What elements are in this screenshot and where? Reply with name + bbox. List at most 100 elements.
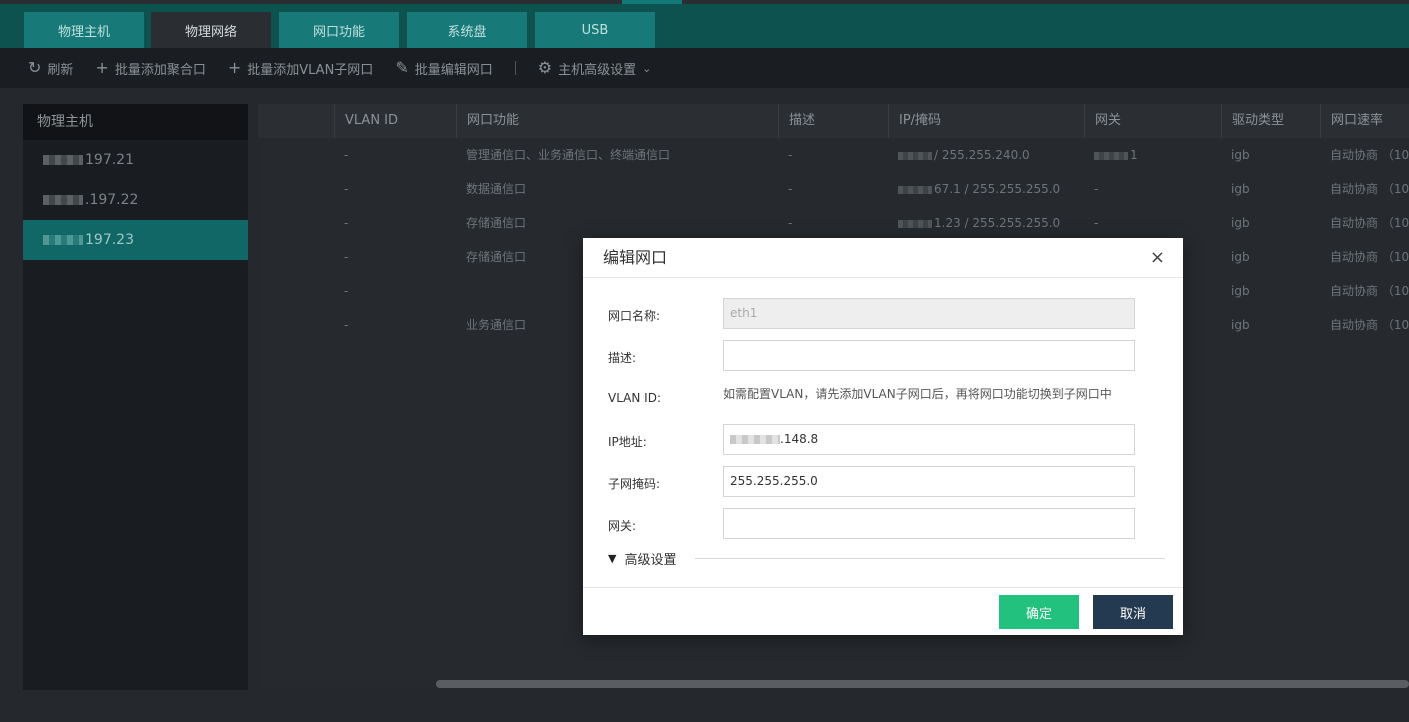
cell-text: igb xyxy=(1231,284,1250,298)
host-advanced-dropdown[interactable]: ⚙ 主机高级设置 ⌄ xyxy=(538,59,652,78)
vlan-hint: 如需配置VLAN，请先添加VLAN子网口后，再将网口功能切换到子网口中 xyxy=(723,387,1112,401)
dialog-title: 编辑网口 xyxy=(583,238,1183,278)
cell-text: 1.23 / 255.255.255.0 xyxy=(934,216,1061,230)
cell-gw: - xyxy=(1084,206,1221,240)
host-item-selected[interactable]: 197.23 xyxy=(23,220,248,260)
cell-vlan: - xyxy=(334,206,456,240)
cell-speed: 自动协商 （10 xyxy=(1320,206,1409,240)
cell-speed: 自动协商 （10 xyxy=(1320,308,1409,342)
add-bond-button[interactable]: + 批量添加聚合口 xyxy=(95,59,205,78)
cell-text: / 255.255.240.0 xyxy=(934,148,1030,162)
gear-icon: ⚙ xyxy=(537,58,553,77)
host-label: 197.21 xyxy=(85,152,134,168)
masked-text xyxy=(898,219,932,228)
cell-desc: - xyxy=(778,172,888,206)
cell-func: 数据通信口 xyxy=(456,172,778,206)
cell-text: - xyxy=(1094,182,1099,196)
scrollbar-thumb[interactable] xyxy=(436,680,1409,688)
cell-driver: igb xyxy=(1221,274,1320,308)
cell-driver: igb xyxy=(1221,172,1320,206)
advanced-settings-label: 高级设置 xyxy=(624,553,677,568)
cancel-button[interactable]: 取消 xyxy=(1093,595,1173,629)
tab-bar: 物理主机 物理网络 网口功能 系统盘 USB xyxy=(0,4,1409,48)
cell-text: - xyxy=(344,284,349,298)
description-input[interactable] xyxy=(723,340,1135,371)
cell-text: - xyxy=(344,318,349,332)
host-item[interactable]: 197.21 xyxy=(23,140,248,180)
cell-text: 自动协商 （10 xyxy=(1330,148,1409,162)
cell-gw: - xyxy=(1084,172,1221,206)
tab-port-function[interactable]: 网口功能 xyxy=(279,12,399,48)
cell-ip: / 255.255.240.0 xyxy=(888,138,1084,172)
cell-text: 自动协商 （10 xyxy=(1330,182,1409,196)
plus-icon: + xyxy=(95,58,109,77)
plus-icon: + xyxy=(227,58,242,77)
confirm-button[interactable]: 确定 xyxy=(999,595,1079,629)
masked-text xyxy=(1094,151,1128,160)
masked-text xyxy=(43,195,83,205)
cell-driver: igb xyxy=(1221,138,1320,172)
cell-desc: - xyxy=(778,206,888,240)
col-ip-mask: IP/掩码 xyxy=(888,104,1084,138)
cell-vlan: - xyxy=(334,308,456,342)
cell-ip: 67.1 / 255.255.255.0 xyxy=(888,172,1084,206)
cell-text: - xyxy=(788,216,793,230)
cell-vlan: - xyxy=(334,172,456,206)
edit-port-dialog: 编辑网口 × 网口名称: eth1 描述: VLAN ID: 如需配置VLAN，… xyxy=(583,238,1183,635)
cell-text: igb xyxy=(1231,318,1250,332)
cell-text: 数据通信口 xyxy=(466,182,527,196)
host-item[interactable]: .197.22 xyxy=(23,180,248,220)
col-gateway: 网关 xyxy=(1084,104,1221,138)
port-name-input: eth1 xyxy=(723,298,1135,329)
toolbar-separator xyxy=(514,61,516,75)
tab-physical-host[interactable]: 物理主机 xyxy=(24,12,144,48)
cell-func: 存储通信口 xyxy=(456,206,778,240)
cell-text: 自动协商 （10 xyxy=(1330,216,1409,230)
table-row[interactable]: - 数据通信口 - 67.1 / 255.255.255.0 - igb 自动协商 （10 xyxy=(258,172,1409,206)
col-description: 描述 xyxy=(778,104,888,138)
table-row[interactable]: - 存储通信口 - 1.23 / 255.255.255.0 - igb 自动协商 （10 xyxy=(258,206,1409,240)
ip-address-label: IP地址: xyxy=(608,435,647,449)
ip-address-input[interactable]: .148.8 xyxy=(723,424,1135,455)
masked-text xyxy=(898,151,932,160)
cell-text: - xyxy=(344,182,349,196)
masked-text xyxy=(730,435,780,444)
cell-text: - xyxy=(788,148,793,162)
horizontal-scrollbar[interactable] xyxy=(258,680,1409,688)
cell-text: 67.1 / 255.255.255.0 xyxy=(934,182,1061,196)
cell-speed: 自动协商 （10 xyxy=(1320,138,1409,172)
tab-system-disk[interactable]: 系统盘 xyxy=(407,12,527,48)
subnet-mask-input[interactable]: 255.255.255.0 xyxy=(723,466,1135,497)
cell-speed: 自动协商 （10 xyxy=(1320,172,1409,206)
cell-text: 1 xyxy=(1130,148,1138,162)
cell-text: - xyxy=(344,250,349,264)
add-bond-label: 批量添加聚合口 xyxy=(114,62,206,78)
tab-physical-network[interactable]: 物理网络 xyxy=(151,12,271,48)
edit-ports-button[interactable]: ✎ 批量编辑网口 xyxy=(395,59,492,78)
subnet-mask-label: 子网掩码: xyxy=(608,477,661,491)
cell-text: - xyxy=(1094,216,1099,230)
cell-vlan: - xyxy=(334,138,456,172)
add-vlan-button[interactable]: + 批量添加VLAN子网口 xyxy=(228,59,373,78)
vlan-id-label: VLAN ID: xyxy=(608,391,661,405)
sidebar-header: 物理主机 xyxy=(23,104,248,140)
refresh-label: 刷新 xyxy=(47,62,74,78)
advanced-settings-toggle[interactable]: ▼ 高级设置 xyxy=(608,549,676,568)
tab-usb[interactable]: USB xyxy=(535,12,655,48)
description-label: 描述: xyxy=(608,351,637,365)
cell-text: - xyxy=(344,148,349,162)
refresh-button[interactable]: ↻ 刷新 xyxy=(28,59,73,78)
cell-text: 自动协商 （10 xyxy=(1330,250,1409,264)
table-row[interactable]: - 管理通信口、业务通信口、终端通信口 - / 255.255.240.0 1 igb 自动… xyxy=(258,138,1409,172)
gateway-input[interactable] xyxy=(723,508,1135,539)
cell-text: 业务通信口 xyxy=(466,318,527,332)
cell-text: igb xyxy=(1231,216,1250,230)
ip-address-value: .148.8 xyxy=(780,432,819,446)
chevron-down-icon: ▼ xyxy=(608,552,617,565)
pencil-icon: ✎ xyxy=(395,58,409,77)
close-icon[interactable]: × xyxy=(1150,248,1165,268)
cell-func: 管理通信口、业务通信口、终端通信口 xyxy=(456,138,778,172)
cell-text: - xyxy=(344,216,349,230)
toolbar: ↻ 刷新 + 批量添加聚合口 + 批量添加VLAN子网口 ✎ 批量编辑网口 ⚙ … xyxy=(0,48,1409,88)
dialog-footer: 确定 取消 xyxy=(583,587,1183,635)
